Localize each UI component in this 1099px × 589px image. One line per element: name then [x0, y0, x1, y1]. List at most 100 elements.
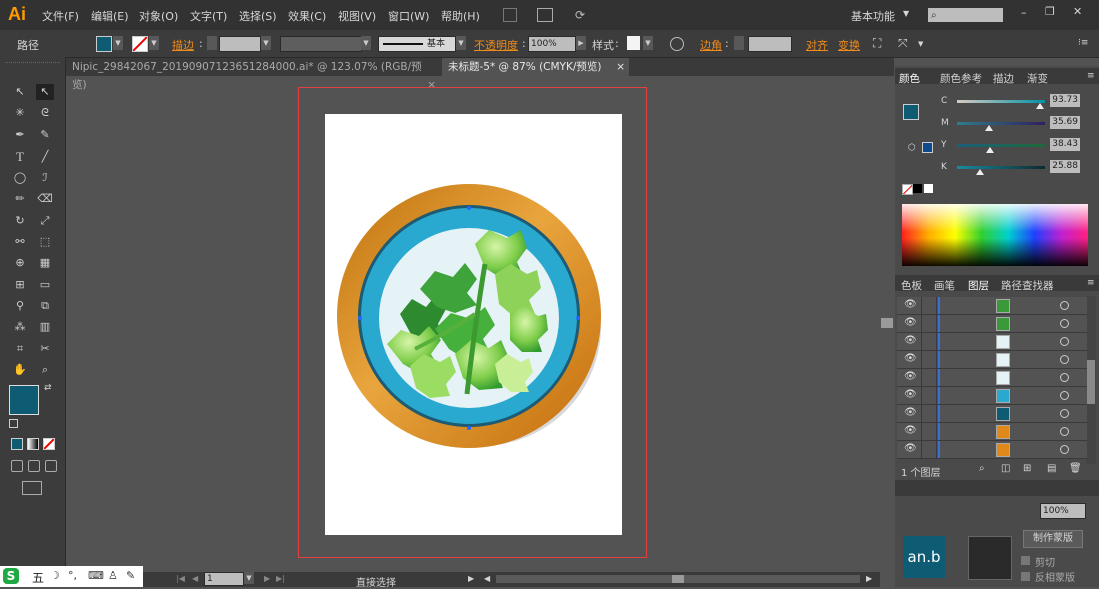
delete-layer-icon[interactable]: 🗑 — [1069, 463, 1082, 474]
column-graph-icon[interactable]: ▥ — [36, 319, 54, 335]
tab-untitled-5[interactable]: 未标题-5* @ 87% (CMYK/预览) × — [442, 58, 629, 76]
locate-object-icon[interactable]: ⌕ — [979, 463, 985, 474]
shape-mode-icon[interactable]: ⤧ — [898, 36, 908, 51]
zoom-tool-icon[interactable]: ⌕ — [36, 362, 54, 378]
anchor-point[interactable] — [467, 206, 471, 210]
ellipse-tool-icon[interactable]: ◯ — [11, 170, 29, 186]
channel-c-slider[interactable] — [957, 100, 1045, 109]
artboard-number-field[interactable]: 1 — [204, 572, 244, 586]
skin-icon[interactable]: ♙ — [108, 569, 118, 582]
target-circle-icon[interactable] — [1060, 445, 1069, 454]
tab-pathfinder[interactable]: 路径查找器 — [1001, 278, 1054, 293]
target-circle-icon[interactable] — [1060, 319, 1069, 328]
pen-tool-icon[interactable]: ✒ — [11, 127, 29, 143]
brush-dropdown[interactable]: ▼ — [456, 36, 466, 50]
channel-k-slider[interactable] — [957, 166, 1045, 175]
layer-row[interactable]: 👁 — [897, 405, 1087, 423]
restore-icon[interactable]: ❐ — [1045, 5, 1055, 18]
artboard-dropdown[interactable]: ▼ — [244, 572, 254, 584]
menu-effect[interactable]: 效果(C) — [288, 8, 326, 24]
target-circle-icon[interactable] — [1060, 427, 1069, 436]
style-swatch[interactable] — [627, 36, 640, 50]
stroke-label[interactable]: 描边 — [172, 37, 194, 53]
close-icon[interactable]: ✕ — [1073, 5, 1082, 18]
channel-y-slider[interactable] — [957, 144, 1045, 153]
layer-row[interactable]: 👁 — [897, 333, 1087, 351]
menu-object[interactable]: 对象(O) — [139, 8, 178, 24]
target-circle-icon[interactable] — [1060, 337, 1069, 346]
make-clipping-mask-icon[interactable]: ◫ — [1001, 463, 1010, 474]
mesh-tool-icon[interactable]: ⊞ — [11, 277, 29, 293]
target-circle-icon[interactable] — [1060, 355, 1069, 364]
align-link[interactable]: 对齐 — [806, 37, 828, 53]
target-circle-icon[interactable] — [1060, 373, 1069, 382]
search-input[interactable]: ⌕ — [928, 8, 1003, 22]
opacity-dropdown[interactable]: ▶ — [576, 36, 586, 50]
brush-definition[interactable]: 基本 — [378, 36, 456, 52]
visibility-eye-icon[interactable]: 👁 — [904, 425, 917, 436]
shape-builder-icon[interactable]: ⊕ — [11, 255, 29, 271]
scroll-right-icon[interactable]: ▶ — [866, 574, 872, 583]
tab-gradient[interactable]: 渐变 — [1027, 71, 1048, 86]
lock-toggle[interactable] — [921, 297, 937, 314]
menu-help[interactable]: 帮助(H) — [441, 8, 480, 24]
scroll-left-icon[interactable]: ◀ — [484, 574, 490, 583]
lock-toggle[interactable] — [921, 405, 937, 422]
horizontal-scrollbar[interactable] — [496, 575, 860, 583]
layers-scrollbar[interactable] — [1086, 296, 1096, 464]
anchor-point[interactable] — [358, 316, 362, 320]
transparency-thumbnail[interactable]: an.b — [903, 536, 945, 578]
direct-selection-tool-icon[interactable]: ↖ — [36, 84, 54, 100]
layer-row[interactable]: 👁 — [897, 369, 1087, 387]
rotate-icon[interactable]: ↻ — [11, 213, 29, 229]
gradient-mode-icon[interactable] — [27, 438, 39, 450]
visibility-eye-icon[interactable]: 👁 — [904, 407, 917, 418]
lock-toggle[interactable] — [921, 369, 937, 386]
corner-field[interactable] — [748, 36, 792, 52]
magic-wand-icon[interactable]: ✳ — [11, 105, 29, 121]
menu-view[interactable]: 视图(V) — [338, 8, 376, 24]
channel-m-slider[interactable] — [957, 122, 1045, 131]
blend-tool-icon[interactable]: ⧉ — [36, 298, 54, 314]
channel-c-value[interactable]: 93.73 — [1050, 94, 1080, 107]
corner-stepper[interactable] — [734, 36, 744, 50]
slider-thumb[interactable] — [975, 169, 984, 175]
tab-swatches[interactable]: 色板 — [901, 278, 922, 293]
channel-m-value[interactable]: 35.69 — [1050, 116, 1080, 129]
clip-checkbox[interactable] — [1021, 556, 1030, 565]
prev-page-icon[interactable]: ◀ — [192, 574, 198, 583]
none-swatch[interactable] — [902, 184, 913, 195]
workspace-switcher[interactable]: 基本功能 — [851, 8, 895, 24]
chevron-down-icon[interactable]: ▼ — [903, 9, 909, 18]
opacity-label[interactable]: 不透明度 — [474, 37, 518, 53]
draw-behind-icon[interactable] — [28, 460, 40, 472]
layer-row[interactable]: 👁 — [897, 297, 1087, 315]
tab-stroke[interactable]: 描边 — [993, 71, 1014, 86]
arrange-docs-icon[interactable] — [537, 8, 553, 22]
minimize-icon[interactable]: – — [1021, 6, 1027, 19]
visibility-eye-icon[interactable]: 👁 — [904, 353, 917, 364]
panel-menu-icon[interactable]: ≡ — [1087, 278, 1095, 288]
make-mask-button[interactable]: 制作蒙版 — [1023, 530, 1083, 548]
panel-menu-icon[interactable]: ≡ — [1087, 71, 1095, 81]
menu-edit[interactable]: 编辑(E) — [91, 8, 129, 24]
new-sublayer-icon[interactable]: ⊞ — [1023, 463, 1031, 474]
panel-menu-icon[interactable]: ⁝≡ — [1078, 38, 1088, 48]
fill-swatch[interactable] — [96, 36, 112, 52]
transform-link[interactable]: 变换 — [838, 37, 860, 53]
pencil-icon[interactable]: ✏ — [11, 191, 29, 207]
curvature-tool-icon[interactable]: ✎ — [36, 127, 54, 143]
scale-icon[interactable]: ⤢ — [36, 213, 54, 229]
invert-mask-checkbox[interactable] — [1021, 572, 1030, 581]
perspective-grid-icon[interactable]: ▦ — [36, 255, 54, 271]
channel-k-value[interactable]: 25.88 — [1050, 160, 1080, 173]
free-transform-icon[interactable]: ⬚ — [36, 234, 54, 250]
draw-normal-icon[interactable] — [11, 460, 23, 472]
symbol-sprayer-icon[interactable]: ⁂ — [11, 319, 29, 335]
visibility-eye-icon[interactable]: 👁 — [904, 299, 917, 310]
canvas-vertical-scrollbar[interactable] — [880, 76, 894, 566]
visibility-eye-icon[interactable]: 👁 — [904, 335, 917, 346]
fill-dropdown[interactable]: ▼ — [113, 36, 123, 50]
menu-type[interactable]: 文字(T) — [190, 8, 227, 24]
variable-width-profile[interactable] — [280, 36, 362, 52]
